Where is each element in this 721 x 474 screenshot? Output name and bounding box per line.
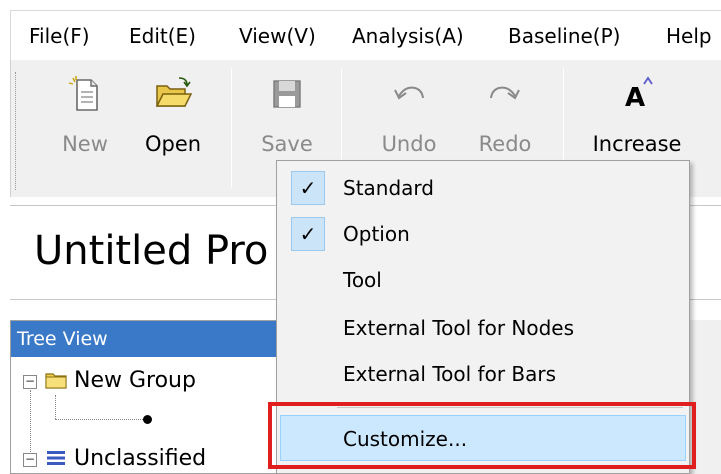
menu-item-label: Tool [343,268,382,292]
menu-item-label: External Tool for Nodes [343,316,575,340]
menu-analysis[interactable]: Analysis(A) [352,11,464,61]
menu-item-standard[interactable]: ✓ Standard [277,165,689,211]
highlight-outline [268,402,696,469]
tree-guide-line [55,395,56,419]
menu-help[interactable]: Help [666,11,712,61]
tree-guide-line [55,419,145,420]
font-increase-icon: A [625,76,653,113]
menu-file[interactable]: File(F) [29,11,90,61]
undo-icon [394,86,424,100]
tree-item-label: Unclassified [74,446,207,471]
list-icon [47,451,65,465]
tree-item-new-group[interactable]: New Group [45,366,196,396]
menu-item-label: External Tool for Bars [343,362,557,386]
menu-item-tool[interactable]: Tool [277,257,689,303]
open-folder-icon [155,77,193,107]
menu-bar: File(F) Edit(E) View(V) Analysis(A) Base… [10,10,721,60]
save-button-label: Save [261,132,313,156]
node-dot-icon [143,415,152,424]
menu-baseline[interactable]: Baseline(P) [508,11,620,61]
redo-icon [490,86,520,100]
toolbar-separator [231,68,232,188]
increase-button-label: Increase [592,132,682,156]
collapse-toggle[interactable]: − [23,453,37,467]
svg-text:A: A [625,83,645,113]
undo-button-label: Undo [381,132,437,156]
toolbar-grip[interactable] [15,72,18,190]
menu-item-label: Standard [343,176,434,200]
check-icon: ✓ [291,217,325,251]
new-document-icon [68,76,98,111]
check-icon: ✓ [291,171,325,205]
tree-guide-line [30,390,31,460]
tree-item-label: New Group [74,368,196,393]
menu-item-external-tool-bars[interactable]: External Tool for Bars [277,351,689,397]
redo-button-label: Redo [478,132,532,156]
menu-item-label: Option [343,222,410,246]
open-button[interactable]: Open [133,60,213,197]
tree-item-unclassified[interactable]: Unclassified [45,444,206,474]
folder-icon [45,373,67,389]
menu-item-external-tool-nodes[interactable]: External Tool for Nodes [277,305,689,351]
save-icon [273,80,301,108]
collapse-toggle[interactable]: − [23,375,37,389]
new-button[interactable]: New [45,60,125,197]
open-button-label: Open [144,132,202,156]
new-button-label: New [62,132,108,156]
menu-edit[interactable]: Edit(E) [129,11,196,61]
menu-view[interactable]: View(V) [239,11,316,61]
project-title: Untitled Pro [34,228,269,274]
menu-item-option[interactable]: ✓ Option [277,211,689,257]
